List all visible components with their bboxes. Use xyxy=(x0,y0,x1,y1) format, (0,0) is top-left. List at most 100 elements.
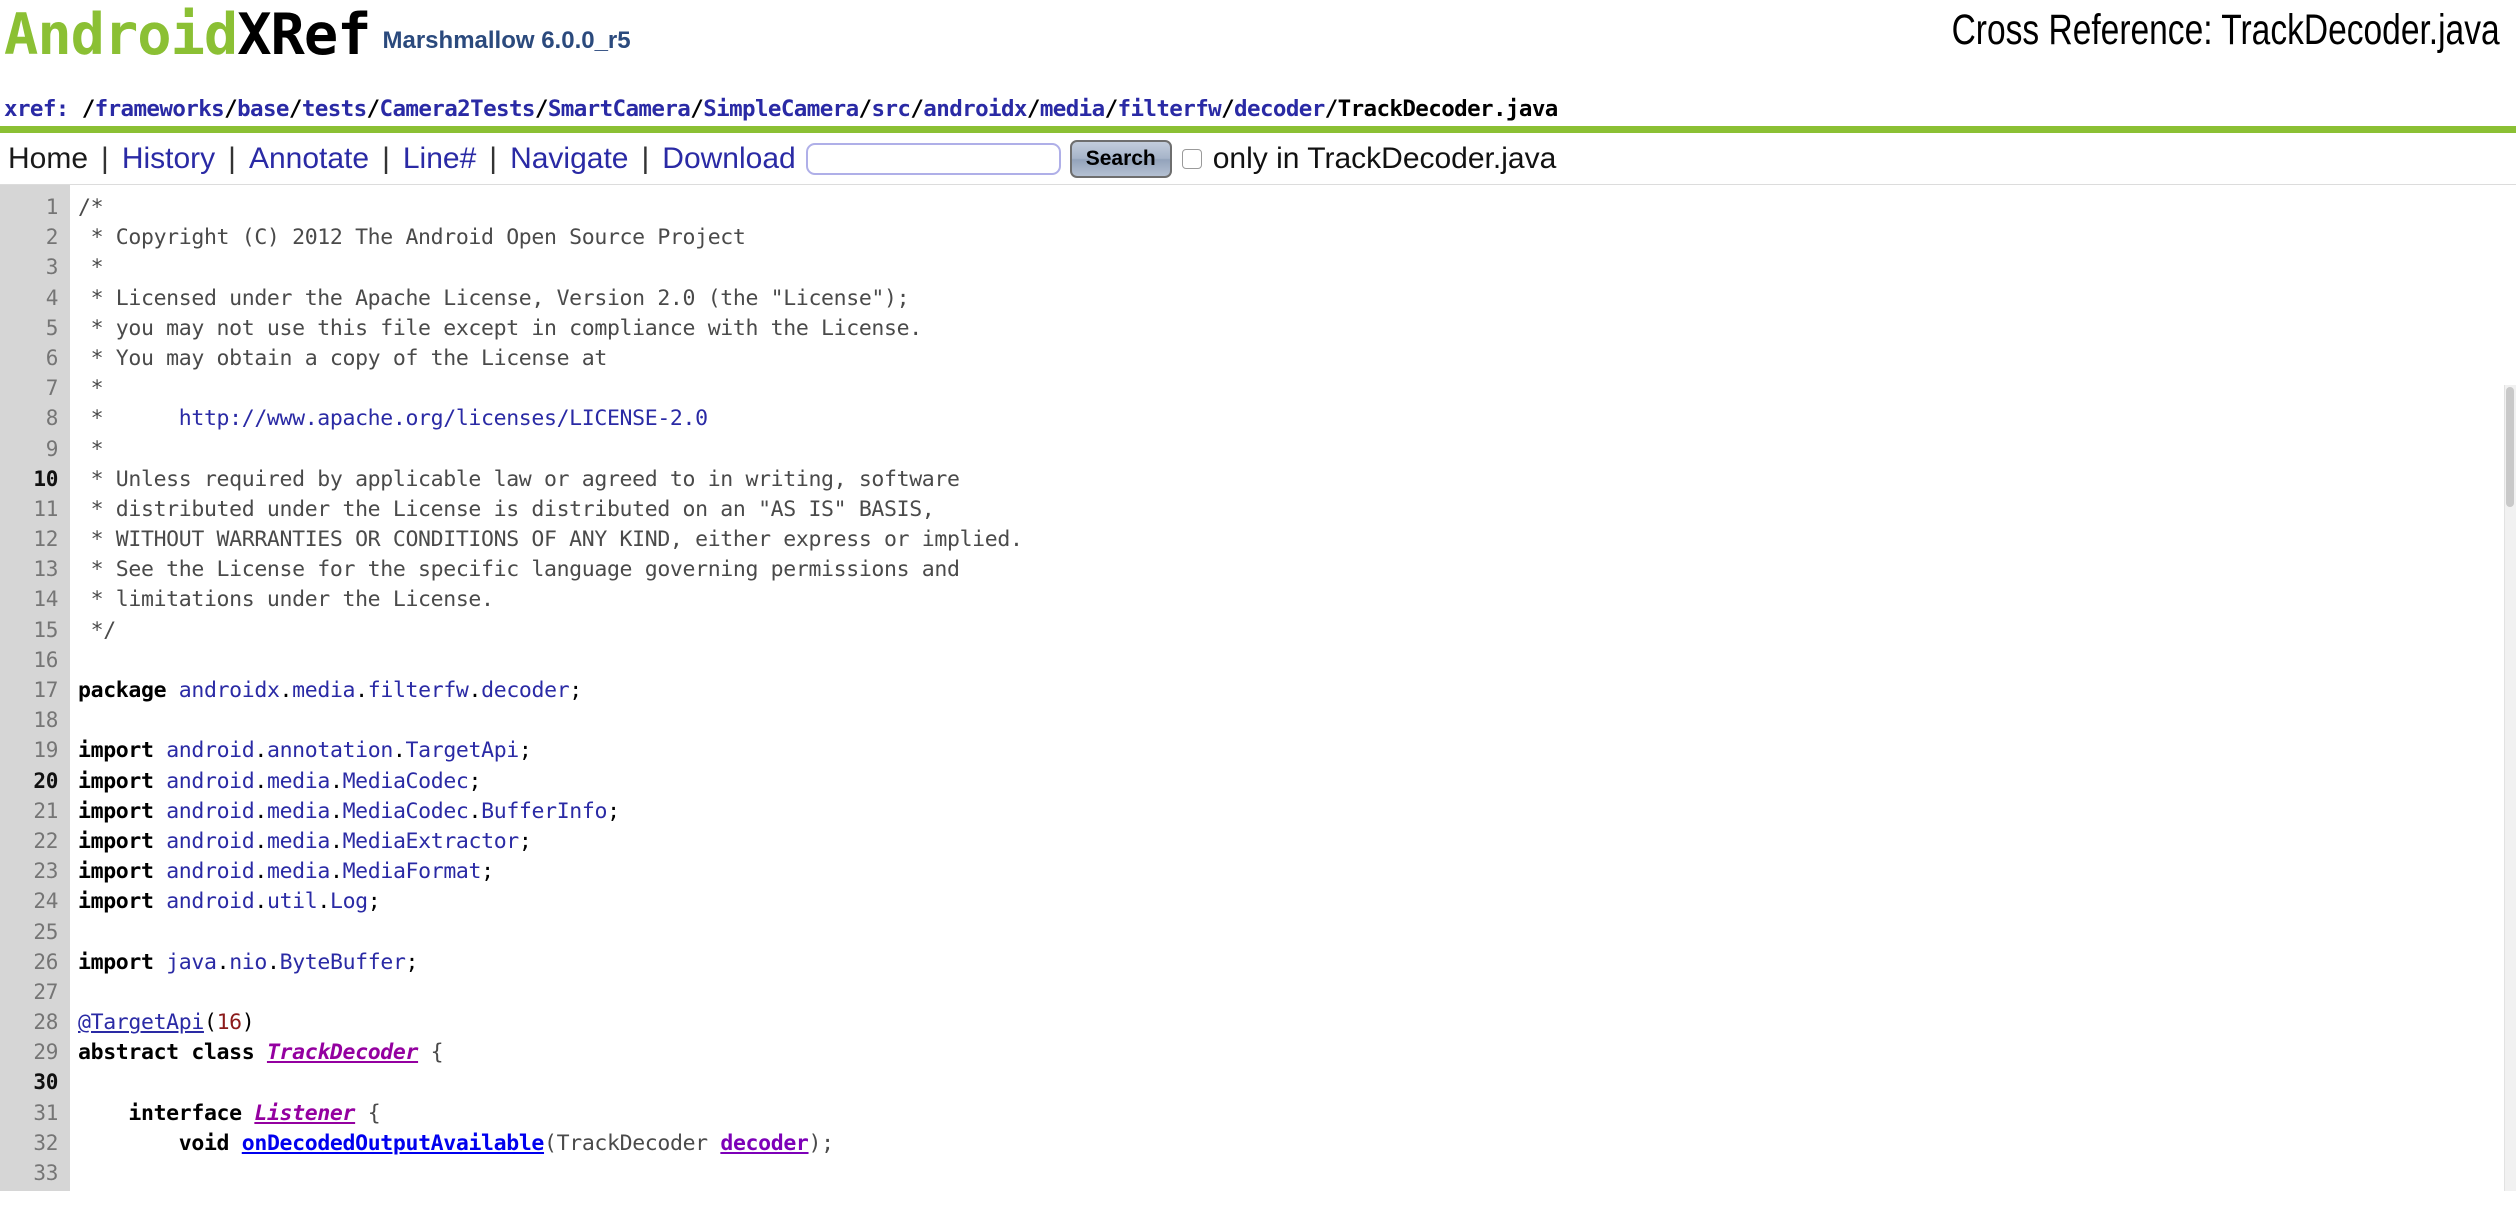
breadcrumb-segment[interactable]: frameworks xyxy=(95,96,225,122)
breadcrumb-separator: / xyxy=(1026,96,1041,122)
line-number[interactable]: 31 xyxy=(0,1098,70,1128)
code-line: 10 * Unless required by applicable law o… xyxy=(0,464,2516,494)
line-number[interactable]: 28 xyxy=(0,1007,70,1037)
nav-item-history[interactable]: History xyxy=(122,142,215,175)
nav-item-annotate[interactable]: Annotate xyxy=(249,142,369,175)
line-number[interactable]: 11 xyxy=(0,494,70,524)
token-class[interactable]: TrackDecoder xyxy=(267,1040,418,1065)
line-number[interactable]: 5 xyxy=(0,313,70,343)
token-pkg[interactable]: util xyxy=(267,889,318,914)
line-number[interactable]: 2 xyxy=(0,222,70,252)
token-pkg[interactable]: filterfw xyxy=(368,678,469,703)
breadcrumb-segment[interactable]: base xyxy=(237,96,289,122)
site-logo[interactable]: AndroidXRef Marshmallow 6.0.0_r5 xyxy=(4,2,631,68)
token-pkg[interactable]: decoder xyxy=(481,678,570,703)
token-pkg[interactable]: MediaCodec xyxy=(343,799,469,824)
line-number[interactable]: 27 xyxy=(0,977,70,1007)
search-input[interactable] xyxy=(805,142,1061,175)
breadcrumb-segment[interactable]: Camera2Tests xyxy=(380,96,536,122)
line-number[interactable]: 22 xyxy=(0,826,70,856)
token-pkg[interactable]: annotation xyxy=(267,738,393,763)
breadcrumb-path[interactable]: /frameworks/base/tests/Camera2Tests/Smar… xyxy=(69,96,1559,122)
code-line-content: * xyxy=(70,435,104,465)
line-number[interactable]: 1 xyxy=(0,192,70,222)
vertical-scrollbar-thumb[interactable] xyxy=(2506,387,2514,507)
line-number[interactable]: 32 xyxy=(0,1128,70,1158)
breadcrumb-segment[interactable]: SimpleCamera xyxy=(703,96,859,122)
breadcrumb-segment[interactable]: tests xyxy=(302,96,367,122)
token-var[interactable]: decoder xyxy=(720,1131,809,1156)
token-anno[interactable]: @TargetApi xyxy=(78,1010,204,1035)
line-number[interactable]: 30 xyxy=(0,1067,70,1097)
breadcrumb-separator: / xyxy=(1104,96,1119,122)
line-number[interactable]: 15 xyxy=(0,615,70,645)
code-line: 3 * xyxy=(0,252,2516,282)
line-number[interactable]: 33 xyxy=(0,1158,70,1188)
token-pkg[interactable]: media xyxy=(267,829,330,854)
line-number[interactable]: 24 xyxy=(0,886,70,916)
token-pkg[interactable]: android xyxy=(166,829,255,854)
line-number[interactable]: 29 xyxy=(0,1037,70,1067)
line-number[interactable]: 13 xyxy=(0,554,70,584)
line-number[interactable]: 23 xyxy=(0,856,70,886)
nav-item-navigate[interactable]: Navigate xyxy=(510,142,628,175)
line-number[interactable]: 9 xyxy=(0,434,70,464)
nav-item-line[interactable]: Line# xyxy=(403,142,476,175)
token-pkg[interactable]: MediaCodec xyxy=(343,769,469,794)
nav-item-home[interactable]: Home xyxy=(8,142,88,175)
breadcrumb-separator: / xyxy=(224,96,238,122)
token-pkg[interactable]: androidx xyxy=(179,678,280,703)
token-pkg[interactable]: MediaExtractor xyxy=(343,829,520,854)
line-number[interactable]: 12 xyxy=(0,524,70,554)
token-pkg[interactable]: Log xyxy=(330,889,368,914)
token-pkg[interactable]: android xyxy=(166,769,255,794)
nav-links[interactable]: Home | History | Annotate | Line# | Navigate | Dow… xyxy=(8,142,796,176)
token-pkg[interactable]: android xyxy=(166,859,255,884)
line-number[interactable]: 26 xyxy=(0,947,70,977)
token-pkg[interactable]: BufferInfo xyxy=(481,799,607,824)
line-number[interactable]: 18 xyxy=(0,705,70,735)
breadcrumb-segment[interactable]: filterfw xyxy=(1118,96,1222,122)
line-number[interactable]: 20 xyxy=(0,766,70,796)
line-number[interactable]: 4 xyxy=(0,283,70,313)
breadcrumb-segment[interactable]: androidx xyxy=(923,96,1027,122)
token-class[interactable]: Listener xyxy=(254,1101,355,1126)
line-number[interactable]: 19 xyxy=(0,735,70,765)
token-pkg[interactable]: TargetApi xyxy=(406,738,520,763)
line-number[interactable]: 10 xyxy=(0,464,70,494)
line-number[interactable]: 17 xyxy=(0,675,70,705)
token-pkg[interactable]: android xyxy=(166,799,255,824)
line-number[interactable]: 21 xyxy=(0,796,70,826)
search-button[interactable]: Search xyxy=(1069,139,1172,178)
breadcrumb-segment[interactable]: src xyxy=(872,96,911,122)
line-number[interactable]: 7 xyxy=(0,373,70,403)
token-pkg[interactable]: MediaFormat xyxy=(343,859,482,884)
line-number[interactable]: 25 xyxy=(0,917,70,947)
token-pkg[interactable]: ByteBuffer xyxy=(280,950,406,975)
line-number[interactable]: 14 xyxy=(0,584,70,614)
token-pkg[interactable]: media xyxy=(267,799,330,824)
token-pkg[interactable]: media xyxy=(267,769,330,794)
token-pkg[interactable]: android xyxy=(166,738,255,763)
breadcrumb-separator: / xyxy=(366,96,381,122)
breadcrumb-segment[interactable]: decoder xyxy=(1234,96,1325,122)
token-method[interactable]: onDecodedOutputAvailable xyxy=(242,1131,545,1156)
token-pkg[interactable]: java xyxy=(166,950,217,975)
nav-item-download[interactable]: Download xyxy=(662,142,795,175)
token-link[interactable]: http://www.apache.org/licenses/LICENSE-2… xyxy=(179,406,708,431)
line-number[interactable]: 6 xyxy=(0,343,70,373)
vertical-scrollbar[interactable] xyxy=(2504,385,2516,1191)
breadcrumb-segment[interactable]: media xyxy=(1040,96,1105,122)
code-lines[interactable]: 1/* 2 * Copyright (C) 2012 The Android Op… xyxy=(0,185,2516,1188)
token-pkg[interactable]: android xyxy=(166,889,255,914)
line-number[interactable]: 8 xyxy=(0,403,70,433)
breadcrumb-segment[interactable]: SmartCamera xyxy=(548,96,691,122)
token-pkg[interactable]: media xyxy=(267,859,330,884)
token-pkg[interactable]: nio xyxy=(229,950,267,975)
line-number[interactable]: 16 xyxy=(0,645,70,675)
only-in-file-checkbox[interactable] xyxy=(1181,148,1202,169)
line-number[interactable]: 3 xyxy=(0,252,70,282)
token-pkg[interactable]: media xyxy=(292,678,355,703)
